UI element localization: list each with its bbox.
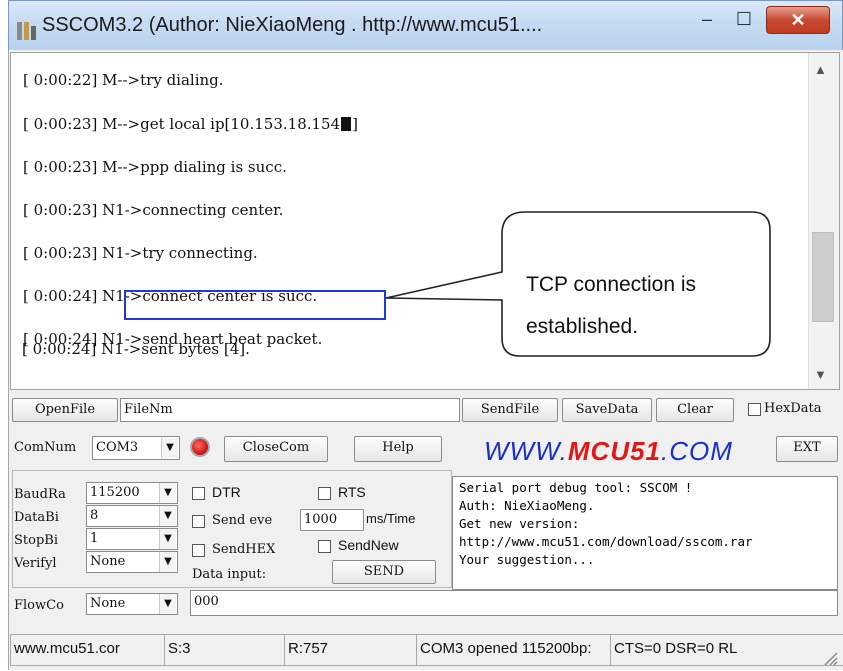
callout-text: TCP connection is established. xyxy=(526,273,697,338)
verify-select[interactable]: None ▼ xyxy=(86,551,178,573)
status-site[interactable]: www.mcu51.cor xyxy=(10,634,167,666)
window-title: SSCOM3.2 (Author: NieXiaoMeng . http://w… xyxy=(42,14,543,36)
sendnew-checkbox[interactable] xyxy=(318,540,331,553)
filename-field[interactable]: FileNm xyxy=(120,398,460,422)
send-data-input[interactable]: 000 xyxy=(190,590,838,616)
hexdata-checkbox[interactable] xyxy=(748,403,761,416)
ms-unit-label: ms/Time xyxy=(366,511,416,526)
port-status-led-icon xyxy=(190,437,210,457)
close-com-button[interactable]: CloseCom xyxy=(224,436,328,462)
info-panel: Serial port debug tool: SSCOM ! Auth: Ni… xyxy=(452,476,838,590)
mcu51-logo[interactable]: WWW.MCU51.COM xyxy=(484,436,774,467)
status-sent-count: S:3 xyxy=(164,634,287,666)
send-every-checkbox[interactable] xyxy=(192,515,205,528)
send-button[interactable]: SEND xyxy=(332,560,436,584)
log-line: [ 0:00:23] M-->get local ip[10.153.18.15… xyxy=(23,115,358,133)
sendhex-label: SendHEX xyxy=(212,542,276,557)
databits-select[interactable]: 8 ▼ xyxy=(86,505,178,527)
help-button[interactable]: Help xyxy=(354,436,442,462)
open-file-button[interactable]: OpenFile xyxy=(12,398,118,422)
dtr-checkbox[interactable] xyxy=(192,487,205,500)
data-input-label: Data input: xyxy=(192,567,267,582)
chevron-down-icon[interactable]: ▼ xyxy=(159,552,176,572)
info-line: Auth: NieXiaoMeng. xyxy=(459,498,595,513)
baudrate-select[interactable]: 115200 ▼ xyxy=(86,482,178,504)
status-bar: www.mcu51.cor S:3 R:757 COM3 opened 1152… xyxy=(10,634,843,666)
chevron-down-icon[interactable]: ▼ xyxy=(159,483,176,503)
resize-grip-icon[interactable] xyxy=(822,650,838,666)
stopbits-label: StopBi xyxy=(14,533,58,548)
flowcontrol-label: FlowCo xyxy=(14,598,64,613)
chevron-down-icon[interactable]: ▼ xyxy=(159,506,176,526)
app-icon xyxy=(16,20,38,42)
minimize-button[interactable]: – xyxy=(688,6,726,34)
log-line: [ 0:00:23] N1->try connecting. xyxy=(23,244,258,262)
databits-label: DataBi xyxy=(14,510,59,525)
log-line: [ 0:00:24] N1->sent bytes [4]. xyxy=(22,340,250,358)
maximize-button[interactable]: ☐ xyxy=(726,6,762,34)
scroll-down-icon[interactable]: ▼ xyxy=(814,367,827,382)
status-lines: CTS=0 DSR=0 RL xyxy=(610,634,843,666)
info-line: Serial port debug tool: SSCOM ! xyxy=(459,480,693,495)
sendhex-checkbox[interactable] xyxy=(192,544,205,557)
flowcontrol-select[interactable]: None ▼ xyxy=(86,593,178,615)
sendnew-label: SendNew xyxy=(338,537,399,553)
interval-input[interactable]: 1000 xyxy=(300,509,364,531)
info-line: Get new version: xyxy=(459,516,580,531)
clear-button[interactable]: Clear xyxy=(656,398,734,422)
baudrate-label: BaudRa xyxy=(14,487,66,502)
rts-checkbox[interactable] xyxy=(318,487,331,500)
hexdata-label: HexData xyxy=(764,401,822,416)
vertical-scrollbar[interactable] xyxy=(808,53,839,389)
dtr-label: DTR xyxy=(212,484,241,500)
scroll-thumb[interactable] xyxy=(812,232,834,322)
chevron-down-icon[interactable]: ▼ xyxy=(159,594,176,614)
log-line: [ 0:00:23] N1->connecting center. xyxy=(23,201,284,219)
save-data-button[interactable]: SaveData xyxy=(562,398,652,422)
chevron-down-icon[interactable]: ▼ xyxy=(161,438,178,458)
scroll-up-icon[interactable]: ▲ xyxy=(814,62,827,77)
send-every-label: Send eve xyxy=(212,513,273,528)
highlight-box xyxy=(124,290,386,320)
info-line: http://www.mcu51.com/download/sscom.rar xyxy=(459,534,753,549)
send-file-button[interactable]: SendFile xyxy=(462,398,558,422)
chevron-down-icon[interactable]: ▼ xyxy=(159,529,176,549)
verify-label: Verifyl xyxy=(14,556,57,571)
log-line: [ 0:00:23] M-->ppp dialing is succ. xyxy=(23,158,287,176)
stopbits-select[interactable]: 1 ▼ xyxy=(86,528,178,550)
ext-button[interactable]: EXT xyxy=(776,436,838,462)
close-button[interactable]: ✕ xyxy=(766,6,830,34)
status-received-count: R:757 xyxy=(284,634,419,666)
comnum-label: ComNum xyxy=(14,440,77,455)
comnum-select[interactable]: COM3 ▼ xyxy=(92,436,180,460)
rts-label: RTS xyxy=(338,484,366,500)
info-line: Your suggestion... xyxy=(459,552,595,567)
status-port: COM3 opened 115200bp: xyxy=(416,634,613,666)
log-line: [ 0:00:22] M-->try dialing. xyxy=(23,71,224,89)
cursor-block xyxy=(341,117,352,131)
